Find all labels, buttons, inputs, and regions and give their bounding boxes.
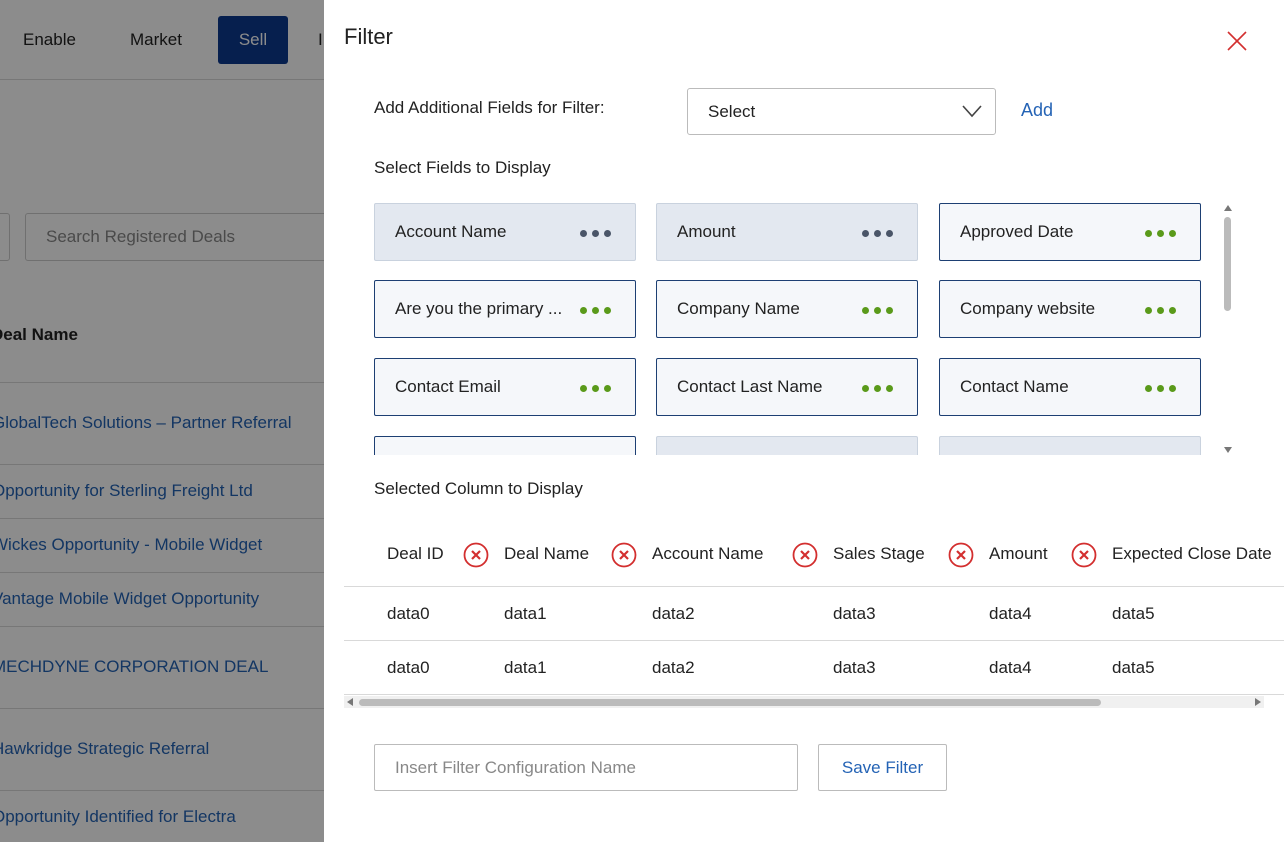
close-button[interactable] <box>1224 28 1250 54</box>
scroll-thumb[interactable] <box>359 699 1101 706</box>
remove-circle-icon <box>1071 542 1097 568</box>
field-tile-label: Company Name <box>677 299 800 318</box>
field-tile[interactable]: Contact Last Name <box>656 358 918 416</box>
table-scrollbar[interactable] <box>344 696 1264 708</box>
more-icon[interactable] <box>862 230 893 237</box>
scroll-up-icon[interactable] <box>1224 205 1232 211</box>
save-filter-button[interactable]: Save Filter <box>818 744 947 791</box>
field-tile[interactable]: Are you the primary ... <box>374 280 636 338</box>
more-icon[interactable] <box>580 307 611 314</box>
remove-circle-icon <box>792 542 818 568</box>
remove-circle-icon <box>463 542 489 568</box>
column-header: Sales Stage <box>833 544 925 563</box>
table-cell: data2 <box>652 604 695 623</box>
remove-column-button[interactable] <box>611 542 637 568</box>
columns-section-label: Selected Column to Display <box>374 479 583 498</box>
field-tile[interactable]: Company Name <box>656 280 918 338</box>
more-icon[interactable] <box>862 385 893 392</box>
more-icon[interactable] <box>1145 385 1176 392</box>
field-tile-label: Contact Last Name <box>677 377 823 396</box>
remove-column-button[interactable] <box>463 542 489 568</box>
table-cell: data1 <box>504 658 547 677</box>
remove-circle-icon <box>611 542 637 568</box>
fields-scrollbar[interactable] <box>1222 203 1234 455</box>
remove-column-button[interactable] <box>948 542 974 568</box>
chevron-down-icon <box>962 105 982 118</box>
table-cell: data4 <box>989 604 1032 623</box>
field-tile-label: Are you the primary ... <box>395 299 563 318</box>
columns-table: Deal ID Deal Name Account Name Sales Sta… <box>344 530 1284 695</box>
more-icon[interactable] <box>862 307 893 314</box>
field-tile-label: Contact Name <box>960 377 1069 396</box>
table-cell: data3 <box>833 658 876 677</box>
table-cell: data5 <box>1112 604 1155 623</box>
table-cell: data5 <box>1112 658 1155 677</box>
fields-section-label: Select Fields to Display <box>374 158 551 177</box>
table-cell: data4 <box>989 658 1032 677</box>
column-header: Amount <box>989 544 1048 563</box>
field-tile[interactable]: Amount <box>656 203 918 261</box>
field-tile-label: Company website <box>960 299 1096 318</box>
field-tile[interactable] <box>656 436 918 455</box>
field-tile-label: Account Name <box>395 222 507 241</box>
field-tile[interactable]: Contact Name <box>939 358 1201 416</box>
table-cell: data3 <box>833 604 876 623</box>
panel-title: Filter <box>344 24 393 49</box>
field-select-value: Select <box>708 102 756 121</box>
field-tile-label: Approved Date <box>960 222 1074 241</box>
column-header: Deal Name <box>504 544 590 563</box>
close-icon <box>1227 31 1247 51</box>
scroll-thumb[interactable] <box>1224 217 1231 311</box>
remove-column-button[interactable] <box>792 542 818 568</box>
more-icon[interactable] <box>580 230 611 237</box>
field-tile[interactable] <box>374 436 636 455</box>
remove-circle-icon <box>948 542 974 568</box>
column-header: Deal ID <box>387 544 444 563</box>
column-header: Expected Close Date <box>1112 544 1272 563</box>
field-tile[interactable]: Account Name <box>374 203 636 261</box>
table-cell: data0 <box>387 604 430 623</box>
field-tile-label: Amount <box>677 222 736 241</box>
field-tile[interactable]: Company website <box>939 280 1201 338</box>
field-tile[interactable]: Approved Date <box>939 203 1201 261</box>
table-header: Deal ID Deal Name Account Name Sales Sta… <box>344 530 1284 587</box>
field-tile[interactable]: Contact Email <box>374 358 636 416</box>
table-cell: data0 <box>387 658 430 677</box>
column-header: Account Name <box>652 544 764 563</box>
add-field-link[interactable]: Add <box>1021 100 1053 121</box>
more-icon[interactable] <box>1145 230 1176 237</box>
table-row: data0 data1 data2 data3 data4 data5 <box>344 641 1284 695</box>
table-cell: data1 <box>504 604 547 623</box>
field-tile[interactable] <box>939 436 1201 455</box>
table-cell: data2 <box>652 658 695 677</box>
scroll-left-icon[interactable] <box>347 698 353 706</box>
more-icon[interactable] <box>1145 307 1176 314</box>
add-fields-label: Add Additional Fields for Filter: <box>374 98 605 117</box>
fields-grid: Account Name Amount Approved Date Are yo… <box>374 203 1206 455</box>
remove-column-button[interactable] <box>1071 542 1097 568</box>
table-row: data0 data1 data2 data3 data4 data5 <box>344 587 1284 641</box>
more-icon[interactable] <box>580 385 611 392</box>
scroll-right-icon[interactable] <box>1255 698 1261 706</box>
field-tile-label: Contact Email <box>395 377 501 396</box>
field-select[interactable]: Select <box>687 88 996 135</box>
filter-config-name-input[interactable] <box>374 744 798 791</box>
filter-panel: Filter Add Additional Fields for Filter:… <box>324 0 1284 842</box>
scroll-down-icon[interactable] <box>1224 447 1232 453</box>
